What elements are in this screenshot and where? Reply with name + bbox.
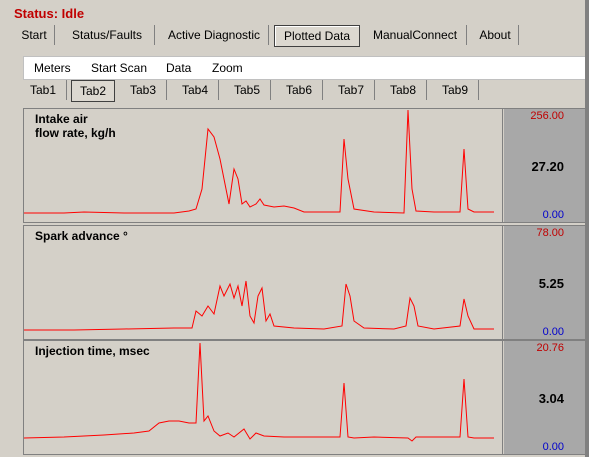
tab-status-faults[interactable]: Status/Faults <box>60 25 155 45</box>
value-side-panel: 256.00 27.20 0.00 <box>504 109 586 222</box>
tab-about[interactable]: About <box>472 25 519 45</box>
tab-active-diagnostic[interactable]: Active Diagnostic <box>160 25 269 45</box>
menu-start-scan[interactable]: Start Scan <box>91 61 147 75</box>
max-value: 78.00 <box>536 227 564 239</box>
plot-area: Injection time, msec <box>24 341 503 454</box>
menu-data[interactable]: Data <box>166 61 191 75</box>
tab-8[interactable]: Tab8 <box>380 80 427 100</box>
tab-1[interactable]: Tab1 <box>20 80 67 100</box>
tab-6[interactable]: Tab6 <box>276 80 323 100</box>
panel-label: Injection time, msec <box>35 344 150 358</box>
plot-area: Intake air flow rate, kg/h <box>24 109 503 222</box>
value-side-panel: 20.76 3.04 0.00 <box>504 341 586 454</box>
trace-line <box>24 280 494 331</box>
plot-area: Spark advance ° <box>24 226 503 339</box>
current-value: 3.04 <box>538 391 564 406</box>
tab-3[interactable]: Tab3 <box>120 80 167 100</box>
tab-2[interactable]: Tab2 <box>71 80 115 102</box>
tab-start[interactable]: Start <box>14 25 55 45</box>
tab-9[interactable]: Tab9 <box>432 80 479 100</box>
plot-menu-bar: Meters Start Scan Data Zoom <box>23 56 587 80</box>
max-value: 20.76 <box>536 342 564 354</box>
menu-meters[interactable]: Meters <box>34 61 71 75</box>
plot-panel-intake-air: Intake air flow rate, kg/h 256.00 27.20 … <box>23 108 587 223</box>
status-text: Status: Idle <box>14 6 85 21</box>
tab-5[interactable]: Tab5 <box>224 80 271 100</box>
value-side-panel: 78.00 5.25 0.00 <box>504 226 586 339</box>
min-value: 0.00 <box>542 209 564 221</box>
tab-7[interactable]: Tab7 <box>328 80 375 100</box>
max-value: 256.00 <box>530 110 564 122</box>
plot-panel-spark-advance: Spark advance ° 78.00 5.25 0.00 <box>23 225 587 340</box>
min-value: 0.00 <box>542 441 564 453</box>
panel-label: Spark advance ° <box>35 229 128 243</box>
plot-panel-injection-time: Injection time, msec 20.76 3.04 0.00 <box>23 340 587 455</box>
min-value: 0.00 <box>542 326 564 338</box>
tab-plotted-data[interactable]: Plotted Data <box>274 25 360 47</box>
panel-label: Intake air flow rate, kg/h <box>35 112 116 140</box>
window-edge <box>585 0 589 457</box>
menu-zoom[interactable]: Zoom <box>212 61 243 75</box>
tab-manual-connect[interactable]: ManualConnect <box>364 25 467 45</box>
current-value: 5.25 <box>538 276 564 291</box>
tab-4[interactable]: Tab4 <box>172 80 219 100</box>
current-value: 27.20 <box>531 159 564 174</box>
